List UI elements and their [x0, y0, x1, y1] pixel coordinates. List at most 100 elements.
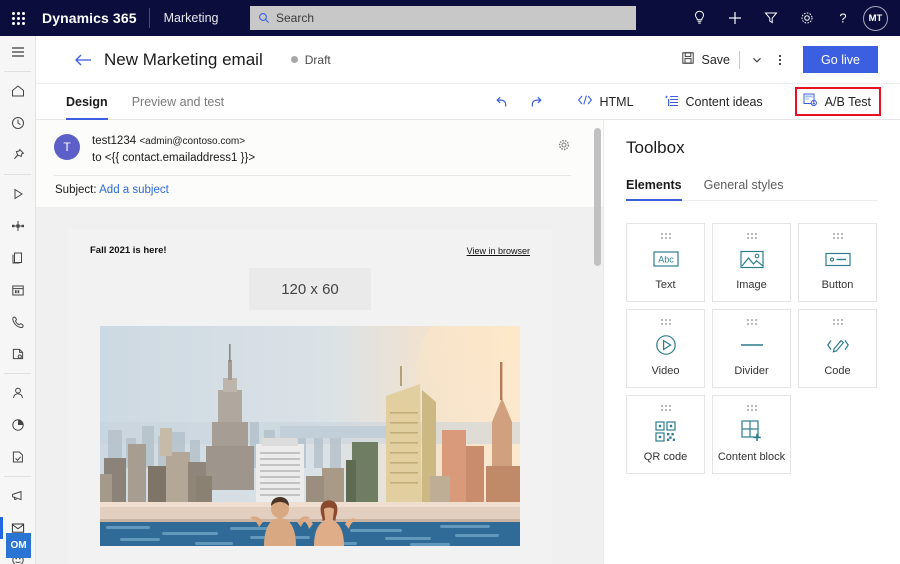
search-icon [258, 12, 270, 24]
save-button[interactable]: Save [679, 47, 733, 72]
undo-arrow-icon[interactable] [485, 92, 519, 112]
question-icon[interactable]: ? [825, 0, 861, 36]
content-block-icon [740, 411, 763, 451]
toolbox-item-qr-code[interactable]: QR code [626, 395, 705, 474]
toolbox-item-divider[interactable]: Divider [712, 309, 791, 388]
search-input[interactable]: Search [250, 6, 636, 30]
tab-preview-label: Preview and test [131, 94, 225, 109]
tab-general-styles[interactable]: General styles [704, 178, 784, 200]
email-design-canvas: T test1234 <admin@contoso.com> to <{{ co… [36, 120, 603, 564]
sidebar-item-templates[interactable] [0, 441, 36, 473]
plus-icon[interactable] [717, 0, 753, 36]
redo-arrow-icon[interactable] [519, 92, 553, 112]
tab-elements-label: Elements [626, 178, 682, 192]
html-button[interactable]: HTML [571, 90, 640, 113]
qr-code-icon [655, 411, 676, 451]
image-icon [739, 239, 764, 279]
view-in-browser-link[interactable]: View in browser [467, 246, 530, 256]
top-navigation-bar: Dynamics 365 Marketing Search ? MT [0, 0, 900, 36]
email-sender-row: T test1234 <admin@contoso.com> to <{{ co… [54, 134, 603, 166]
sender-line: test1234 <admin@contoso.com> [92, 134, 255, 149]
sidebar-item-voice[interactable] [0, 306, 36, 338]
command-bar-actions: Save Go live [679, 46, 900, 73]
sidebar-item-events[interactable] [0, 274, 36, 306]
environment-badge[interactable]: OM [6, 533, 31, 558]
sidebar-item-pinned[interactable] [0, 139, 36, 171]
sender-details: test1234 <admin@contoso.com> to <{{ cont… [92, 134, 255, 166]
tab-preview-and-test[interactable]: Preview and test [132, 84, 224, 120]
filter-icon[interactable] [753, 0, 789, 36]
more-vertical-icon[interactable] [767, 52, 793, 68]
content-ideas-button[interactable]: Content ideas [658, 90, 769, 114]
toolbox-item-label: Image [736, 279, 767, 291]
add-subject-link[interactable]: Add a subject [99, 184, 169, 196]
ab-test-button[interactable]: A/B Test [801, 91, 873, 112]
toolbox-item-video[interactable]: Video [626, 309, 705, 388]
back-arrow-icon[interactable] [66, 53, 100, 67]
avatar[interactable]: MT [863, 5, 888, 31]
tab-elements[interactable]: Elements [626, 178, 682, 201]
preheader-text: Fall 2021 is here! [90, 245, 167, 256]
sidebar-item-segments[interactable] [0, 210, 36, 242]
toolbox-panel: Toolbox Elements General styles Abc Text [603, 120, 900, 564]
tab-design-label: Design [66, 94, 108, 109]
save-chevron-down-icon[interactable] [747, 52, 767, 68]
button-icon [824, 239, 851, 279]
recipient-line: to <{{ contact.emailaddress1 }}> [92, 152, 256, 164]
save-floppy-icon [681, 51, 695, 68]
tab-design[interactable]: Design [66, 84, 108, 120]
left-sidebar: OM [0, 36, 36, 564]
toolbox-item-label: Content block [717, 451, 786, 463]
toolbox-item-label: Code [824, 365, 851, 377]
email-preheader-row: Fall 2021 is here! View in browser [68, 229, 552, 256]
toolbox-tabs: Elements General styles [626, 178, 878, 201]
toolbox-item-button[interactable]: Button [798, 223, 877, 302]
sidebar-item-customer-journeys[interactable] [0, 178, 36, 210]
subject-label: Subject: [55, 184, 97, 196]
editor-tab-bar: Design Preview and test HTML Content ide… [36, 84, 900, 120]
content-ideas-icon [664, 94, 679, 110]
toolbox-item-label: Button [821, 279, 854, 291]
email-page[interactable]: Fall 2021 is here! View in browser 120 x… [68, 229, 552, 564]
toolbox-item-label: Divider [734, 365, 769, 377]
lightbulb-icon[interactable] [681, 0, 717, 36]
logo-placeholder[interactable]: 120 x 60 [249, 268, 371, 310]
sidebar-item-site-map[interactable] [0, 36, 36, 68]
divider-icon [740, 325, 764, 365]
sidebar-item-recent[interactable] [0, 107, 36, 139]
sidebar-item-marketing-pages[interactable] [0, 242, 36, 274]
subject-row: Subject: Add a subject [54, 176, 603, 207]
gear-icon[interactable] [789, 0, 825, 36]
canvas-scrollbar-thumb[interactable] [594, 128, 601, 266]
go-live-button[interactable]: Go live [803, 46, 878, 73]
text-abc-icon: Abc [652, 239, 679, 279]
toolbox-item-image[interactable]: Image [712, 223, 791, 302]
status-label: Draft [304, 52, 331, 67]
app-launcher-icon[interactable] [0, 0, 36, 36]
svg-text:Abc: Abc [658, 255, 674, 265]
hero-image[interactable] [100, 326, 520, 546]
toolbox-item-code[interactable]: Code [798, 309, 877, 388]
sender-name: test1234 [92, 135, 137, 147]
brand-label: Dynamics 365 [42, 10, 137, 26]
save-label: Save [701, 52, 731, 67]
editor-tools: HTML Content ideas A/B Test [485, 87, 900, 116]
sidebar-item-campaigns[interactable] [0, 480, 36, 512]
ab-test-highlight-box: A/B Test [794, 87, 881, 116]
sidebar-item-analytics[interactable] [0, 409, 36, 441]
toolbox-item-label: Text [655, 279, 676, 291]
status-dot-icon [290, 56, 298, 63]
email-canvas-background: Fall 2021 is here! View in browser 120 x… [36, 207, 603, 564]
canvas-scrollbar[interactable] [594, 128, 601, 564]
sidebar-item-home[interactable] [0, 75, 36, 107]
email-settings-gear-icon[interactable] [557, 138, 571, 157]
toolbox-item-content-block[interactable]: Content block [712, 395, 791, 474]
sidebar-item-marketing-forms[interactable] [0, 338, 36, 370]
content-ideas-label: Content ideas [685, 94, 763, 109]
sidebar-divider [4, 373, 31, 374]
toolbox-item-text[interactable]: Abc Text [626, 223, 705, 302]
email-header-section: T test1234 <admin@contoso.com> to <{{ co… [36, 120, 603, 207]
sidebar-item-contacts[interactable] [0, 377, 36, 409]
code-brackets-icon [577, 94, 593, 109]
toolbox-element-grid: Abc Text Image Button Video Divider Code… [626, 223, 878, 474]
